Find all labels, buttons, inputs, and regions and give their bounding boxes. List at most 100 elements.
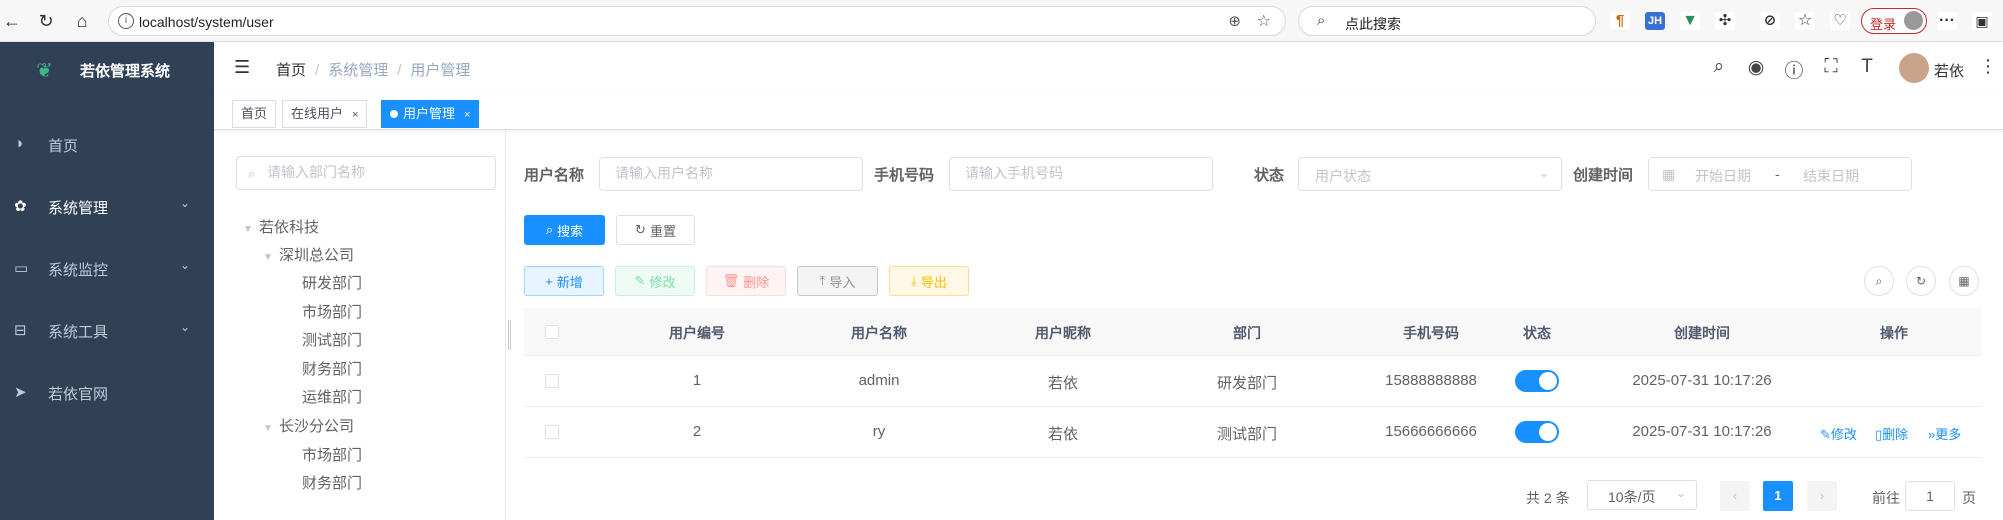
close-icon[interactable]: × xyxy=(464,109,470,121)
sidebar-item-label: 首页 xyxy=(48,138,79,155)
columns-icon[interactable]: ▦ xyxy=(1949,266,1979,296)
tree-node-leaf[interactable]: 测试部门 xyxy=(302,328,362,354)
row-checkbox[interactable] xyxy=(545,425,559,439)
status-toggle[interactable] xyxy=(1515,370,1559,392)
tree-node-leaf[interactable]: 运维部门 xyxy=(302,385,362,411)
favorite-star-icon[interactable]: ☆ xyxy=(1257,11,1271,31)
github-icon[interactable]: ◉ xyxy=(1745,56,1767,79)
sidebar-item-tools[interactable]: ⊟ 系统工具 ⌄ xyxy=(0,302,214,358)
dept-search-input[interactable]: ⌕ xyxy=(236,156,496,190)
username-field[interactable] xyxy=(615,165,825,181)
tree-node-branch[interactable]: ▼ 长沙分公司 xyxy=(263,414,354,440)
phone-input[interactable] xyxy=(949,157,1213,191)
search-icon[interactable]: ⌕ xyxy=(1708,56,1730,78)
sidebar-toggle-icon[interactable]: ▣ xyxy=(1972,12,1992,30)
url-text: localhost/system/user xyxy=(139,14,274,30)
reset-button[interactable]: ↻ 重置 xyxy=(616,215,695,245)
tag-user-management[interactable]: 用户管理 × xyxy=(381,100,480,128)
prev-page-button[interactable]: ‹ xyxy=(1720,481,1750,511)
extension-paragraph-icon[interactable]: ¶ xyxy=(1610,12,1630,30)
dept-search-field[interactable] xyxy=(267,164,487,180)
tree-node-label: 运维部门 xyxy=(302,389,363,406)
sidebar-item-system[interactable]: ✿ 系统管理 ⌄ xyxy=(0,178,214,234)
fullscreen-icon[interactable]: ⛶ xyxy=(1820,56,1842,78)
status-select[interactable]: 用户状态 ⌄ xyxy=(1298,157,1562,191)
close-icon[interactable]: × xyxy=(352,109,358,121)
username-input[interactable] xyxy=(599,157,863,191)
logo[interactable]: ❦ 若依管理系统 xyxy=(0,42,214,96)
goto-label: 前往 xyxy=(1872,490,1900,506)
back-icon[interactable]: ← xyxy=(0,9,24,33)
tree-node-label: 深圳总公司 xyxy=(279,247,355,264)
phone-field[interactable] xyxy=(965,165,1175,181)
tag-label: 用户管理 xyxy=(403,106,456,121)
delete-button[interactable]: 🗑 删除 xyxy=(706,266,786,296)
edit-button-label: 修改 xyxy=(649,274,676,290)
search-button[interactable]: ⌕ 搜索 xyxy=(524,215,605,245)
address-bar[interactable]: i localhost/system/user ⊕ ☆ xyxy=(108,6,1286,36)
tag-online-users[interactable]: 在线用户 × xyxy=(282,100,368,128)
add-button[interactable]: + 新增 xyxy=(524,266,604,296)
help-icon[interactable]: ⓘ xyxy=(1783,56,1805,83)
col-username: 用户名称 xyxy=(851,325,907,341)
next-page-button[interactable]: › xyxy=(1807,481,1837,511)
extension-jh-icon[interactable]: JH xyxy=(1645,12,1665,30)
login-button[interactable]: 登录 xyxy=(1861,8,1927,34)
select-all-checkbox[interactable] xyxy=(545,325,559,339)
browser-search-box[interactable]: ⌕ 点此搜索 xyxy=(1298,6,1596,36)
row-edit-link[interactable]: ✎修改 xyxy=(1820,424,1857,443)
toolbox-icon: ⊟ xyxy=(14,322,27,339)
splitter-handle[interactable] xyxy=(508,320,511,350)
health-icon[interactable]: ♡ xyxy=(1830,12,1850,30)
toggle-search-icon[interactable]: ⌕ xyxy=(1864,266,1894,296)
import-button[interactable]: ⤒ 导入 xyxy=(797,266,878,296)
tree-node-leaf[interactable]: 研发部门 xyxy=(302,271,362,297)
breadcrumb-home[interactable]: 首页 xyxy=(276,62,306,79)
export-button[interactable]: ⤓ 导出 xyxy=(889,266,969,296)
row-delete-link[interactable]: ▯删除 xyxy=(1875,424,1908,443)
sidebar-item-website[interactable]: ➤ 若依官网 xyxy=(0,364,214,420)
more-menu-icon[interactable]: ··· xyxy=(1937,12,1957,30)
avatar[interactable] xyxy=(1899,53,1929,83)
date-end[interactable]: 结束日期 xyxy=(1803,166,1859,186)
reload-icon[interactable]: ↻ xyxy=(34,9,58,33)
status-label: 状态 xyxy=(1254,167,1285,184)
user-name[interactable]: 若依 xyxy=(1934,60,1964,81)
sidebar-item-label: 系统工具 xyxy=(48,324,109,341)
tree-node-leaf[interactable]: 财务部门 xyxy=(302,471,362,497)
font-size-icon[interactable]: T xyxy=(1856,56,1878,78)
tree-node-label: 研发部门 xyxy=(302,275,363,292)
page-number[interactable]: 1 xyxy=(1763,481,1793,511)
browser-toolbar: ← ↻ ⌂ i localhost/system/user ⊕ ☆ ⌕ 点此搜索… xyxy=(0,0,2003,42)
sidebar-item-monitor[interactable]: ▭ 系统监控 ⌄ xyxy=(0,240,214,296)
edit-button[interactable]: ✎ 修改 xyxy=(615,266,695,296)
extensions-puzzle-icon[interactable]: ✣ xyxy=(1715,12,1735,30)
home-icon[interactable]: ⌂ xyxy=(70,9,94,33)
tag-home[interactable]: 首页 xyxy=(232,100,277,128)
date-range-picker[interactable]: ▦ 开始日期 - 结束日期 xyxy=(1648,157,1912,191)
table-row[interactable]: 1 admin 若依 研发部门 15888888888 2025-07-31 1… xyxy=(524,356,1981,407)
refresh-table-icon[interactable]: ↻ xyxy=(1906,266,1936,296)
favorites-icon[interactable]: ☆ xyxy=(1795,12,1815,30)
cell-created: 2025-07-31 10:17:26 xyxy=(1632,423,1772,440)
tree-node-leaf[interactable]: 市场部门 xyxy=(302,300,362,326)
tree-node-root[interactable]: ▼ 若依科技 xyxy=(243,215,319,241)
row-more-link[interactable]: »更多 xyxy=(1928,424,1961,443)
zoom-icon[interactable]: ⊕ xyxy=(1228,12,1241,30)
username-label: 用户名称 xyxy=(524,167,585,184)
goto-page-input[interactable]: 1 xyxy=(1905,481,1955,511)
vertical-more-icon[interactable]: ⋮ xyxy=(1979,56,1997,77)
tree-node-branch[interactable]: ▼ 深圳总公司 xyxy=(263,243,354,269)
hamburger-icon[interactable]: ☰ xyxy=(234,57,250,78)
tree-node-leaf[interactable]: 市场部门 xyxy=(302,443,362,469)
extension-clock-icon[interactable]: ⊘ xyxy=(1760,12,1780,30)
sidebar-item-home[interactable]: ◑ 首页 xyxy=(0,116,214,172)
page-size-select[interactable]: 10条/页 ⌄ xyxy=(1587,480,1697,510)
tree-node-leaf[interactable]: 财务部门 xyxy=(302,357,362,383)
row-checkbox[interactable] xyxy=(545,374,559,388)
toggle-knob xyxy=(1539,423,1557,441)
extension-vue-icon[interactable]: ▼ xyxy=(1680,12,1700,30)
table-row[interactable]: 2 ry 若依 测试部门 15666666666 2025-07-31 10:1… xyxy=(524,407,1981,458)
date-start[interactable]: 开始日期 xyxy=(1695,166,1751,186)
status-toggle[interactable] xyxy=(1515,421,1559,443)
